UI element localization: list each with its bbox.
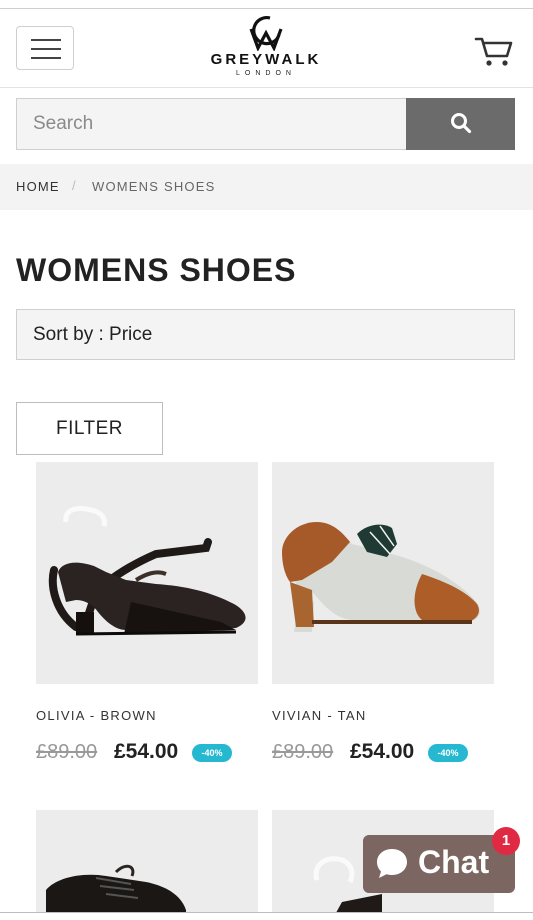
brand-logo[interactable]: GREYWALK LONDON: [206, 13, 326, 83]
product-sale-price: £54.00: [350, 740, 415, 763]
product-name[interactable]: OLIVIA - BROWN: [36, 708, 157, 723]
page-title: WOMENS SHOES: [16, 252, 297, 288]
chat-label: Chat: [418, 844, 490, 880]
top-edge: [0, 0, 533, 9]
product-card[interactable]: [36, 810, 258, 920]
discount-badge: -40%: [428, 744, 468, 762]
product-name[interactable]: VIVIAN - TAN: [272, 708, 367, 723]
product-original-price: £89.00: [36, 741, 98, 763]
menu-button[interactable]: [16, 26, 74, 70]
search-bar: [16, 98, 515, 150]
logo-title: GREYWALK: [210, 51, 322, 68]
site-header: GREYWALK LONDON: [0, 9, 533, 88]
breadcrumb: HOME / WOMENS SHOES: [0, 164, 533, 210]
logo-subtitle: LONDON: [236, 70, 296, 77]
breadcrumb-separator: /: [72, 178, 77, 193]
cart-icon: [474, 37, 513, 66]
shoe-image: [282, 522, 480, 632]
product-image[interactable]: [36, 810, 258, 920]
search-button[interactable]: [406, 98, 515, 150]
product-original-price: £89.00: [272, 741, 334, 763]
product-image[interactable]: [36, 462, 258, 684]
search-icon: [450, 112, 471, 133]
chat-bubble-icon: [377, 849, 407, 878]
breadcrumb-current: WOMENS SHOES: [92, 179, 216, 194]
product-sale-price: £54.00: [114, 740, 179, 763]
hamburger-icon: [31, 39, 61, 41]
shoe-image: [46, 864, 186, 920]
shoe-image: [48, 506, 246, 636]
greywalk-logo-icon: [249, 16, 283, 51]
chat-notification-badge: 1: [492, 827, 520, 855]
product-image[interactable]: [272, 462, 494, 684]
sort-select[interactable]: Sort by : Price: [16, 309, 515, 360]
filter-button[interactable]: FILTER: [16, 402, 163, 455]
product-card[interactable]: OLIVIA - BROWN £89.00 £54.00 -40%: [36, 462, 258, 772]
product-card[interactable]: VIVIAN - TAN £89.00 £54.00 -40%: [272, 462, 494, 772]
cart-button[interactable]: [474, 35, 514, 69]
search-input[interactable]: [16, 98, 407, 150]
discount-badge: -40%: [192, 744, 232, 762]
breadcrumb-home-link[interactable]: HOME: [16, 179, 60, 194]
